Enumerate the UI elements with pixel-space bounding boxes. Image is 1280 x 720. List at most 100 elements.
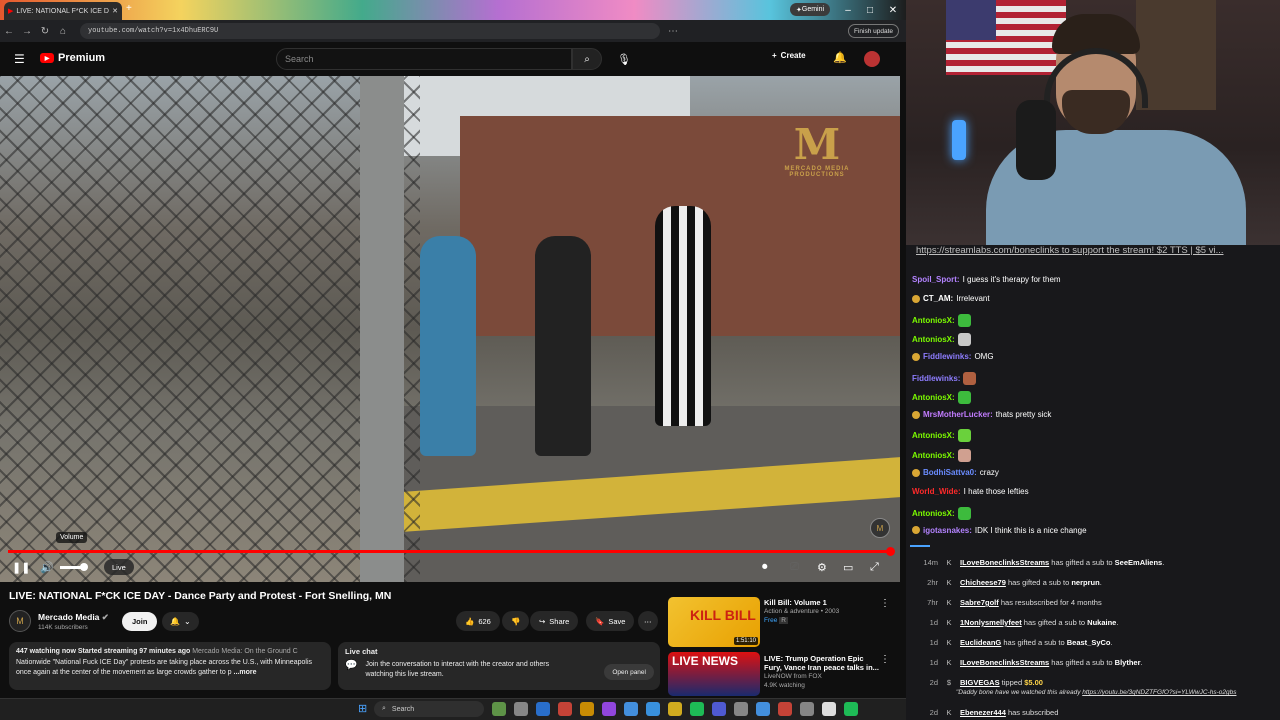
fullscreen-icon[interactable]: ⤢ (870, 561, 879, 574)
chat-username[interactable]: Fiddlewinks: (923, 352, 971, 361)
join-button[interactable]: Join (122, 612, 158, 631)
dislike-button[interactable]: 👎 (502, 611, 530, 631)
more-link[interactable]: ...more (234, 669, 257, 676)
chrome-dev-icon[interactable] (580, 702, 594, 716)
share-button[interactable]: ↪ Share (530, 611, 579, 631)
youtube-logo[interactable]: ▶ Premium (40, 52, 105, 64)
chat-username[interactable]: AntoniosX: (912, 451, 955, 460)
more-options-icon[interactable]: ⋮ (880, 598, 890, 609)
volume-knob[interactable] (80, 563, 88, 571)
close-window-icon[interactable]: ✕ (883, 2, 903, 18)
volume-icon[interactable]: 🔊 (40, 561, 54, 574)
progress-knob[interactable] (886, 547, 895, 556)
search-input[interactable]: Search (276, 48, 572, 70)
streamlabs-link[interactable]: https://streamlabs.com/boneclinks (916, 245, 1059, 256)
file-explorer-icon[interactable] (668, 702, 682, 716)
event-user[interactable]: ILoveBoneclinksStreams (960, 658, 1049, 667)
chat-username[interactable]: Fiddlewinks: (912, 374, 960, 383)
app-icon[interactable] (690, 702, 704, 716)
event-user[interactable]: Chicheese79 (960, 578, 1006, 587)
chat-username[interactable]: AntoniosX: (912, 335, 955, 344)
channel-name[interactable]: Mercado Media ✔ (38, 612, 109, 623)
autoplay-icon[interactable]: ⏺ (762, 561, 768, 574)
create-button[interactable]: + Create (772, 51, 806, 60)
event-user[interactable]: EuclideanG (960, 638, 1001, 647)
finish-update-button[interactable]: Finish update (848, 24, 900, 38)
new-tab-icon[interactable]: + (126, 3, 132, 14)
edge-icon[interactable] (536, 702, 550, 716)
chat-username[interactable]: igotasnakes: (923, 526, 972, 535)
browser-tab[interactable]: ▶ LIVE: NATIONAL F*CK ICE D ✕ (4, 2, 122, 20)
progress-bar[interactable] (8, 550, 892, 553)
windows-start-icon[interactable]: ⊞ (358, 702, 367, 715)
maps-icon[interactable] (778, 702, 792, 716)
chat-username[interactable]: AntoniosX: (912, 316, 955, 325)
subscribe-bell-button[interactable]: 🔔 ⌄ (162, 612, 199, 631)
search-button[interactable]: ⌕ (572, 48, 602, 70)
app-icon[interactable] (756, 702, 770, 716)
volume-tooltip: Volume (56, 532, 88, 543)
obs-icon[interactable] (602, 702, 616, 716)
widgets-icon[interactable] (492, 702, 506, 716)
youtube-favicon-icon: ▶ (8, 8, 14, 15)
chat-username[interactable]: AntoniosX: (912, 431, 955, 440)
mic-icon[interactable]: 🎙 (614, 50, 634, 68)
recommendation-info[interactable]: Kill Bill: Volume 1 Action & adventure •… (764, 598, 839, 625)
save-button[interactable]: 🔖 Save (586, 611, 635, 631)
chat-username[interactable]: Spoil_Sport: (912, 275, 960, 284)
recommendation-info[interactable]: LIVE: Trump Operation Epic Fury, Vance I… (764, 654, 882, 690)
live-button[interactable]: Live (104, 559, 134, 575)
recommendation-thumbnail[interactable]: KILL BILL 1:51:10 (668, 597, 760, 647)
chat-username[interactable]: World_Wide: (912, 487, 961, 496)
task-view-icon[interactable] (514, 702, 528, 716)
chat-emote-icon (957, 506, 971, 520)
video-player[interactable] (0, 76, 900, 582)
event-user[interactable]: 1Nonlysmellyfeet (960, 618, 1022, 627)
event-user[interactable]: Ebenezer444 (960, 708, 1006, 717)
menu-icon[interactable]: ☰ (14, 52, 25, 66)
app-icon[interactable] (844, 702, 858, 716)
vpn-icon[interactable] (624, 702, 638, 716)
chat-username[interactable]: BodhiSattva0: (923, 468, 977, 477)
chat-username[interactable]: AntoniosX: (912, 393, 955, 402)
recommendation-thumbnail[interactable]: LIVE NEWS (668, 652, 760, 696)
chat-username[interactable]: AntoniosX: (912, 509, 955, 518)
chat-text: Irrelevant (956, 294, 990, 304)
chrome-icon[interactable] (558, 702, 572, 716)
channel-watermark[interactable]: M (870, 518, 890, 538)
tab-close-icon[interactable]: ✕ (112, 7, 118, 15)
subtitles-icon[interactable]: ⎚ (790, 561, 799, 574)
event-user[interactable]: Sabre7golf (960, 598, 999, 607)
event-user[interactable]: BIGVEGAS (960, 678, 1000, 687)
home-icon[interactable]: ⌂ (54, 26, 72, 37)
app-icon[interactable] (822, 702, 836, 716)
settings-icon[interactable]: ⚙ (817, 561, 827, 574)
channel-avatar[interactable]: M (9, 610, 31, 632)
url-field[interactable]: youtube.com/watch?v=1x4DhuERC9U (80, 23, 660, 39)
description-box[interactable]: 447 watching now Started streaming 97 mi… (9, 642, 331, 690)
reload-icon[interactable]: ↻ (36, 26, 54, 37)
notifications-icon[interactable]: 🔔 (833, 51, 847, 64)
theater-icon[interactable]: ▭ (843, 561, 853, 574)
maximize-icon[interactable]: □ (860, 2, 880, 18)
app-icon[interactable] (646, 702, 660, 716)
chat-username[interactable]: CT_AM: (923, 294, 953, 303)
open-panel-button[interactable]: Open panel (604, 664, 654, 680)
chat-username[interactable]: MrsMotherLucker: (923, 410, 993, 419)
more-options-icon[interactable]: ⋮ (880, 654, 890, 665)
discord-icon[interactable] (712, 702, 726, 716)
app-icon[interactable] (800, 702, 814, 716)
more-actions-button[interactable]: ⋯ (638, 611, 658, 631)
extensions-icon[interactable]: ⋯ (664, 26, 682, 37)
tip-link[interactable]: https://youtu.be/3qNDZTFGfO?si=YLWwJC-hs… (1082, 689, 1236, 696)
forward-icon[interactable]: → (18, 26, 36, 37)
avatar[interactable] (864, 51, 880, 67)
back-icon[interactable]: ← (0, 26, 18, 37)
event-user[interactable]: ILoveBoneclinksStreams (960, 558, 1049, 567)
pause-icon[interactable]: ❚❚ (12, 561, 30, 574)
minimize-icon[interactable]: – (838, 2, 858, 18)
gemini-button[interactable]: ✦ Gemini (790, 3, 831, 16)
taskbar-search[interactable]: ⌕ Search (374, 701, 484, 717)
steam-icon[interactable] (734, 702, 748, 716)
like-button[interactable]: 👍 626 (456, 611, 500, 631)
